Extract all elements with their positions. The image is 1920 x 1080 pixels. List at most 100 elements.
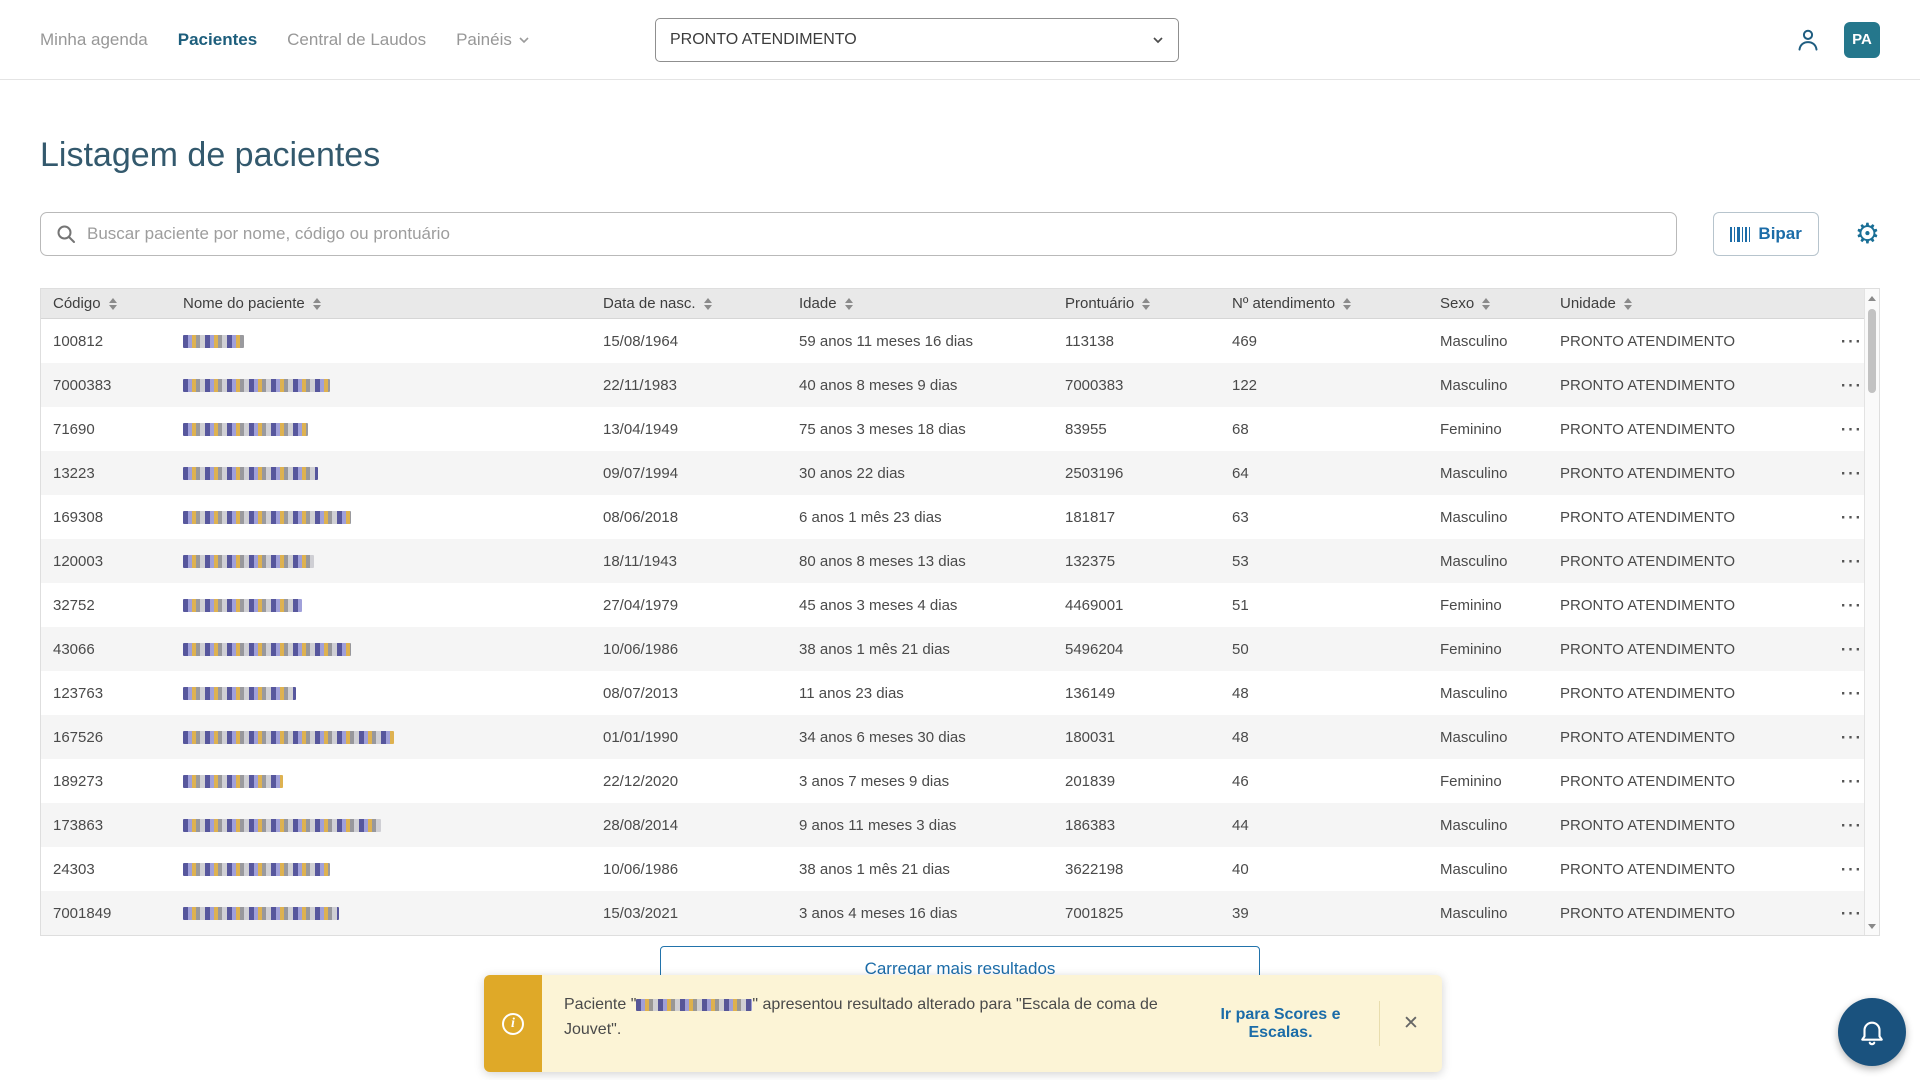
cell-prontuario: 180031 bbox=[1065, 729, 1232, 746]
unit-select-dropdown[interactable]: PRONTO ATENDIMENTO bbox=[655, 18, 1179, 62]
scrollbar-thumb[interactable] bbox=[1868, 309, 1876, 393]
cell-sexo: Masculino bbox=[1440, 553, 1560, 570]
table-row[interactable]: 123763 08/07/2013 11 anos 23 dias 136149… bbox=[41, 671, 1879, 715]
column-header-prontuario[interactable]: Prontuário bbox=[1065, 295, 1232, 312]
cell-idade: 45 anos 3 meses 4 dias bbox=[799, 597, 1065, 614]
table-row[interactable]: 7001849 15/03/2021 3 anos 4 meses 16 dia… bbox=[41, 891, 1879, 935]
cell-unidade: PRONTO ATENDIMENTO bbox=[1560, 509, 1823, 526]
cell-atendimento: 46 bbox=[1232, 773, 1440, 790]
cell-prontuario: 186383 bbox=[1065, 817, 1232, 834]
redacted-patient-name bbox=[183, 819, 381, 832]
nav-item-pacientes[interactable]: Pacientes bbox=[178, 30, 257, 50]
main-nav: Minha agenda Pacientes Central de Laudos… bbox=[40, 30, 530, 50]
column-header-data-nasc[interactable]: Data de nasc. bbox=[603, 295, 799, 312]
cell-nome bbox=[183, 335, 603, 348]
cell-idade: 30 anos 22 dias bbox=[799, 465, 1065, 482]
column-header-idade[interactable]: Idade bbox=[799, 295, 1065, 312]
cell-nome bbox=[183, 907, 603, 920]
user-icon[interactable] bbox=[1794, 26, 1822, 54]
cell-idade: 6 anos 1 mês 23 dias bbox=[799, 509, 1065, 526]
cell-nome bbox=[183, 555, 603, 568]
cell-data-nasc: 10/06/1986 bbox=[603, 641, 799, 658]
cell-idade: 38 anos 1 mês 21 dias bbox=[799, 861, 1065, 878]
cell-prontuario: 136149 bbox=[1065, 685, 1232, 702]
cell-idade: 40 anos 8 meses 9 dias bbox=[799, 377, 1065, 394]
avatar[interactable]: PA bbox=[1844, 22, 1880, 58]
cell-data-nasc: 01/01/1990 bbox=[603, 729, 799, 746]
cell-unidade: PRONTO ATENDIMENTO bbox=[1560, 685, 1823, 702]
toast-accent-strip: i bbox=[484, 975, 542, 1072]
table-row[interactable]: 120003 18/11/1943 80 anos 8 meses 13 dia… bbox=[41, 539, 1879, 583]
cell-codigo: 7001849 bbox=[41, 905, 183, 922]
table-row[interactable]: 43066 10/06/1986 38 anos 1 mês 21 dias 5… bbox=[41, 627, 1879, 671]
search-bar bbox=[40, 212, 1677, 256]
column-header-unidade[interactable]: Unidade bbox=[1560, 295, 1823, 312]
nav-item-minha-agenda[interactable]: Minha agenda bbox=[40, 30, 148, 50]
table-row[interactable]: 7000383 22/11/1983 40 anos 8 meses 9 dia… bbox=[41, 363, 1879, 407]
cell-prontuario: 4469001 bbox=[1065, 597, 1232, 614]
toast-scores-link[interactable]: Ir para Scores e Escalas. bbox=[1182, 975, 1379, 1072]
scroll-down-arrow[interactable] bbox=[1865, 919, 1879, 933]
cell-data-nasc: 22/12/2020 bbox=[603, 773, 799, 790]
redacted-patient-name bbox=[183, 335, 244, 348]
cell-unidade: PRONTO ATENDIMENTO bbox=[1560, 905, 1823, 922]
cell-data-nasc: 28/08/2014 bbox=[603, 817, 799, 834]
redacted-patient-name bbox=[183, 775, 283, 788]
notifications-fab[interactable] bbox=[1838, 998, 1906, 1066]
redacted-patient-name bbox=[183, 687, 296, 700]
column-header-sexo[interactable]: Sexo bbox=[1440, 295, 1560, 312]
cell-sexo: Masculino bbox=[1440, 861, 1560, 878]
cell-data-nasc: 22/11/1983 bbox=[603, 377, 799, 394]
nav-item-central-de-laudos[interactable]: Central de Laudos bbox=[287, 30, 426, 50]
cell-data-nasc: 27/04/1979 bbox=[603, 597, 799, 614]
table-row[interactable]: 189273 22/12/2020 3 anos 7 meses 9 dias … bbox=[41, 759, 1879, 803]
cell-atendimento: 64 bbox=[1232, 465, 1440, 482]
scroll-up-arrow[interactable] bbox=[1865, 291, 1879, 305]
cell-sexo: Masculino bbox=[1440, 465, 1560, 482]
patients-table: Código Nome do paciente Data de nasc. Id… bbox=[40, 288, 1880, 936]
cell-idade: 34 anos 6 meses 30 dias bbox=[799, 729, 1065, 746]
redacted-patient-name bbox=[183, 467, 318, 480]
cell-codigo: 173863 bbox=[41, 817, 183, 834]
cell-nome bbox=[183, 423, 603, 436]
cell-atendimento: 50 bbox=[1232, 641, 1440, 658]
cell-codigo: 169308 bbox=[41, 509, 183, 526]
search-input[interactable] bbox=[87, 224, 1662, 244]
bell-icon bbox=[1857, 1017, 1887, 1047]
redacted-patient-name bbox=[183, 379, 330, 392]
table-row[interactable]: 24303 10/06/1986 38 anos 1 mês 21 dias 3… bbox=[41, 847, 1879, 891]
cell-nome bbox=[183, 687, 603, 700]
cell-nome bbox=[183, 467, 603, 480]
column-header-atendimento[interactable]: Nº atendimento bbox=[1232, 295, 1440, 312]
column-header-codigo[interactable]: Código bbox=[41, 295, 183, 312]
table-row[interactable]: 100812 15/08/1964 59 anos 11 meses 16 di… bbox=[41, 319, 1879, 363]
cell-prontuario: 2503196 bbox=[1065, 465, 1232, 482]
cell-nome bbox=[183, 819, 603, 832]
cell-sexo: Masculino bbox=[1440, 817, 1560, 834]
cell-unidade: PRONTO ATENDIMENTO bbox=[1560, 377, 1823, 394]
cell-unidade: PRONTO ATENDIMENTO bbox=[1560, 773, 1823, 790]
cell-data-nasc: 09/07/1994 bbox=[603, 465, 799, 482]
cell-atendimento: 469 bbox=[1232, 333, 1440, 350]
table-row[interactable]: 32752 27/04/1979 45 anos 3 meses 4 dias … bbox=[41, 583, 1879, 627]
table-row[interactable]: 173863 28/08/2014 9 anos 11 meses 3 dias… bbox=[41, 803, 1879, 847]
cell-atendimento: 63 bbox=[1232, 509, 1440, 526]
cell-nome bbox=[183, 731, 603, 744]
settings-gear-icon[interactable]: ⚙ bbox=[1855, 220, 1880, 248]
nav-item-paineis[interactable]: Painéis bbox=[456, 30, 530, 50]
bipar-button[interactable]: Bipar bbox=[1713, 212, 1818, 256]
cell-atendimento: 51 bbox=[1232, 597, 1440, 614]
table-scrollbar[interactable] bbox=[1864, 289, 1879, 935]
table-row[interactable]: 169308 08/06/2018 6 anos 1 mês 23 dias 1… bbox=[41, 495, 1879, 539]
redacted-patient-name bbox=[183, 731, 394, 744]
sort-icon bbox=[1624, 298, 1632, 310]
table-row[interactable]: 13223 09/07/1994 30 anos 22 dias 2503196… bbox=[41, 451, 1879, 495]
sort-icon bbox=[704, 298, 712, 310]
cell-data-nasc: 15/08/1964 bbox=[603, 333, 799, 350]
column-header-nome[interactable]: Nome do paciente bbox=[183, 295, 603, 312]
redacted-patient-name bbox=[183, 599, 302, 612]
cell-codigo: 120003 bbox=[41, 553, 183, 570]
table-row[interactable]: 167526 01/01/1990 34 anos 6 meses 30 dia… bbox=[41, 715, 1879, 759]
close-icon[interactable]: ✕ bbox=[1380, 975, 1442, 1072]
table-row[interactable]: 71690 13/04/1949 75 anos 3 meses 18 dias… bbox=[41, 407, 1879, 451]
